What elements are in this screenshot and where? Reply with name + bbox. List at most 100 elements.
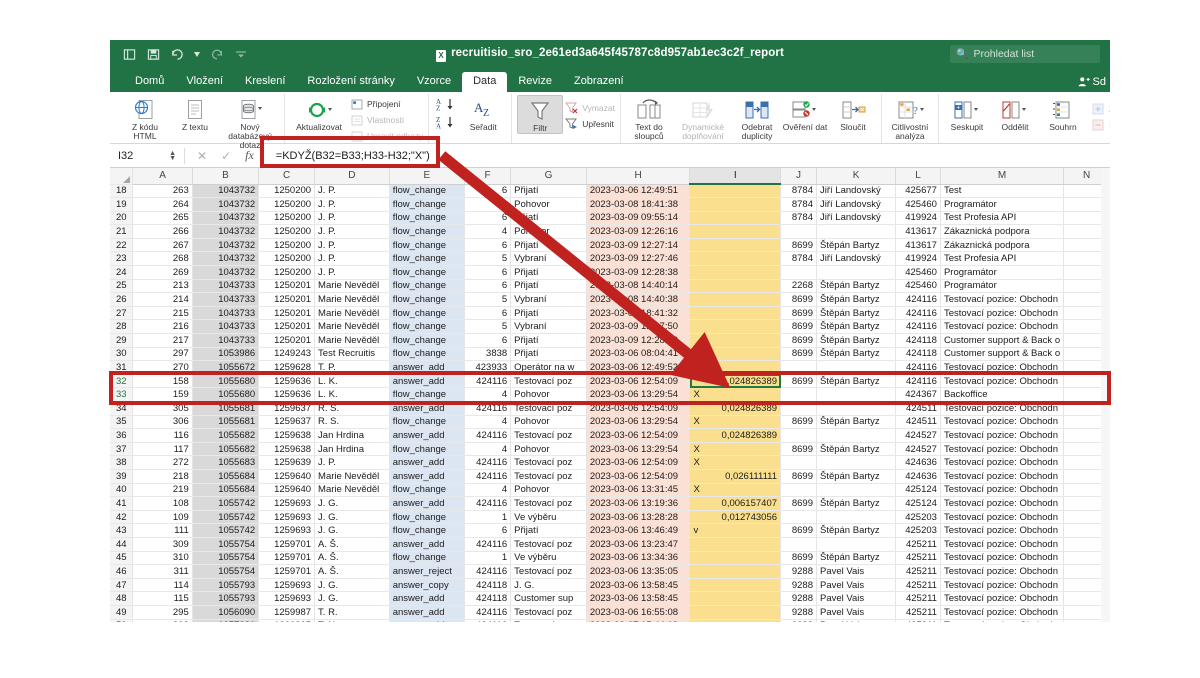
row-header[interactable]: 49 (110, 605, 134, 620)
cell-F44[interactable]: 424116 (464, 537, 512, 552)
cell-D25[interactable]: Marie Nevěděl (314, 279, 390, 294)
cell-L47[interactable]: 425211 (895, 578, 941, 593)
row-header[interactable]: 32 (110, 374, 134, 389)
cell-H24[interactable]: 2023-03-09 12:28:38 (586, 265, 691, 280)
cell-B35[interactable]: 1055681 (192, 415, 260, 430)
undo-icon[interactable] (170, 47, 185, 62)
cell-K42[interactable] (816, 510, 897, 525)
cell-G31[interactable]: Operátor na w (510, 360, 587, 375)
row-header[interactable]: 40 (110, 483, 134, 498)
table-row[interactable]: 22 267 1043732 1250200 J. P. flow_change 6 Přij… (110, 238, 1110, 253)
cell-E32[interactable]: answer_add (389, 374, 466, 389)
cell-A43[interactable]: 111 (132, 523, 193, 538)
cell-J32[interactable]: 8699 (780, 374, 817, 389)
cell-K33[interactable] (816, 387, 897, 402)
cell-J18[interactable]: 8784 (780, 184, 817, 199)
cell-G44[interactable]: Testovací poz (510, 537, 587, 552)
cell-C47[interactable]: 1259693 (258, 578, 316, 593)
cell-M30[interactable]: Customer support & Back o (940, 347, 1065, 362)
cell-H38[interactable]: 2023-03-06 12:54:09 (586, 455, 691, 470)
cell-H19[interactable]: 2023-03-08 18:41:38 (586, 197, 691, 212)
cell-K19[interactable]: Jiří Landovský (816, 197, 897, 212)
cell-L18[interactable]: 425677 (895, 184, 941, 199)
cell-M34[interactable]: Testovací pozice: Obchodn (940, 401, 1065, 416)
cell-D22[interactable]: J. P. (314, 238, 390, 253)
cell-J49[interactable]: 9288 (780, 605, 817, 620)
name-box[interactable]: I32 ▲ ▼ (110, 144, 184, 167)
cell-D24[interactable]: J. P. (314, 265, 390, 280)
cell-H44[interactable]: 2023-03-06 13:23:47 (586, 537, 691, 552)
cell-E36[interactable]: answer_add (389, 428, 466, 443)
cell-I28[interactable] (689, 319, 782, 335)
cell-E50[interactable]: answer_add (389, 619, 466, 622)
cell-M22[interactable]: Zákaznická podpora (940, 238, 1065, 253)
cell-B26[interactable]: 1043733 (192, 292, 260, 307)
column-header-g[interactable]: G (510, 168, 587, 185)
cell-L37[interactable]: 424527 (895, 442, 941, 457)
cell-G46[interactable]: Testovací poz (510, 564, 587, 579)
cell-J46[interactable]: 9288 (780, 564, 817, 579)
row-header[interactable]: 35 (110, 415, 134, 430)
cell-D18[interactable]: J. P. (314, 184, 390, 199)
formula-input[interactable]: =KDYŽ(B32=B33;H33-H32;"X") (266, 150, 430, 162)
row-header[interactable]: 18 (110, 184, 134, 199)
cell-M32[interactable]: Testovací pozice: Obchodn (940, 374, 1065, 389)
row-header[interactable]: 21 (110, 224, 134, 239)
cell-G26[interactable]: Vybraní (510, 292, 587, 307)
cell-J50[interactable]: 9288 (780, 619, 817, 622)
cell-A28[interactable]: 216 (132, 319, 193, 335)
cell-F32[interactable]: 424116 (464, 374, 512, 389)
cell-G30[interactable]: Přijatí (510, 347, 587, 362)
cell-L50[interactable]: 425211 (895, 619, 941, 622)
cell-J34[interactable] (780, 401, 817, 416)
cell-H39[interactable]: 2023-03-06 12:54:09 (586, 469, 691, 484)
table-row[interactable]: 26 214 1043733 1250201 Marie Nevěděl flow_cha… (110, 292, 1110, 307)
name-box-spinner-icon[interactable]: ▲ ▼ (169, 150, 176, 162)
cell-H22[interactable]: 2023-03-09 12:27:14 (586, 238, 691, 253)
column-header-d[interactable]: D (314, 168, 390, 185)
cell-D32[interactable]: L. K. (314, 374, 390, 389)
cell-M25[interactable]: Programátor (940, 279, 1065, 294)
cell-I50[interactable] (689, 619, 782, 622)
table-row[interactable]: 38 272 1055683 1259639 J. P. answer_add 424116… (110, 455, 1110, 470)
cell-D21[interactable]: J. P. (314, 224, 390, 239)
cell-A45[interactable]: 310 (132, 551, 193, 566)
cell-C49[interactable]: 1259987 (258, 605, 316, 620)
cell-E42[interactable]: flow_change (389, 510, 466, 525)
table-row[interactable]: 36 116 1055682 1259638 Jan Hrdina answer_add 4… (110, 428, 1110, 443)
cell-E23[interactable]: flow_change (389, 251, 466, 267)
cell-A48[interactable]: 115 (132, 591, 193, 606)
cell-K39[interactable]: Štěpán Bartyz (816, 469, 897, 484)
ungroup-button[interactable]: Oddělit (992, 95, 1038, 132)
cell-L19[interactable]: 425460 (895, 197, 941, 212)
customize-qat-icon[interactable] (233, 47, 248, 62)
cell-B28[interactable]: 1043733 (192, 319, 260, 335)
cell-L33[interactable]: 424367 (895, 387, 941, 402)
cell-B20[interactable]: 1043732 (192, 211, 260, 226)
table-row[interactable]: 33 159 1055680 1259636 L. K. flow_change 4 Poho… (110, 387, 1110, 402)
row-header[interactable]: 29 (110, 333, 134, 348)
cell-C27[interactable]: 1250201 (258, 306, 316, 321)
cell-G28[interactable]: Vybraní (510, 319, 587, 335)
cell-C46[interactable]: 1259701 (258, 564, 316, 579)
cell-H36[interactable]: 2023-03-06 12:54:09 (586, 428, 691, 443)
cell-M35[interactable]: Testovací pozice: Obchodn (940, 415, 1065, 430)
cell-K34[interactable] (816, 401, 897, 416)
cell-H43[interactable]: 2023-03-06 13:46:49 (586, 523, 691, 538)
cell-L30[interactable]: 424118 (895, 347, 941, 362)
cell-L48[interactable]: 425211 (895, 591, 941, 606)
cell-A24[interactable]: 269 (132, 265, 193, 280)
cell-B37[interactable]: 1055682 (192, 442, 260, 457)
cell-B46[interactable]: 1055754 (192, 564, 260, 579)
cell-F31[interactable]: 423933 (464, 360, 512, 375)
table-row[interactable]: 24 269 1043732 1250200 J. P. flow_change 6 Přij… (110, 265, 1110, 280)
cell-M42[interactable]: Testovací pozice: Obchodn (940, 510, 1065, 525)
cell-H34[interactable]: 2023-03-06 12:54:09 (586, 401, 691, 416)
row-header[interactable]: 33 (110, 387, 134, 402)
cell-A37[interactable]: 117 (132, 442, 193, 457)
cell-F48[interactable]: 424118 (464, 591, 512, 606)
cell-D34[interactable]: R. S. (314, 401, 390, 416)
cell-H23[interactable]: 2023-03-09 12:27:46 (586, 251, 691, 267)
cell-C34[interactable]: 1259637 (258, 401, 316, 416)
cell-A41[interactable]: 108 (132, 496, 193, 511)
